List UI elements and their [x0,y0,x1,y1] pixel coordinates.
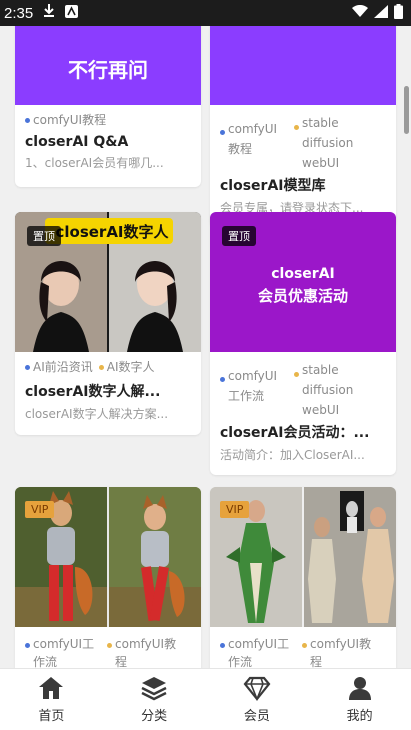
card-cover: 不行再问 [15,26,201,105]
tag-label: comfyUI工作流 [228,369,278,403]
nav-category[interactable]: 分类 [103,669,206,730]
article-card[interactable]: comfyUI教程 stable diffusion webUI closerA… [210,26,396,227]
card-tags: AI前沿资讯 AI数字人 [25,360,191,375]
cover-banner-text: closerAI数字人 [55,223,169,241]
tag-label: AI前沿资讯 [33,360,93,374]
card-cover: 置顶 closerAI 会员优惠活动 [210,212,396,352]
card-cover [210,26,396,105]
card-tags: comfyUI教程 stable diffusion webUI [220,113,386,173]
tag-label: stable diffusion webUI [302,116,354,170]
card-title: closerAI模型库 [220,178,326,194]
status-bar: 2:35 [0,0,411,26]
status-time: 2:35 [4,4,34,22]
card-cover: VIP [15,487,201,627]
nav-profile-label: 我的 [346,709,373,724]
tag-label: comfyUI教程 [33,113,107,127]
battery-icon [394,3,403,23]
tag-label: stable diffusion webUI [302,363,354,417]
scrollbar[interactable] [404,86,409,134]
app-notification-icon [65,4,79,22]
signal-icon [374,4,388,22]
cover-banner-subtext: 会员优惠活动 [257,287,348,305]
card-tags: comfyUI工作流 stable diffusion webUI [220,360,386,420]
layers-icon [141,677,167,701]
article-feed[interactable]: 不行再问 comfyUI教程 closerAI Q&A 1、closerAI会员… [0,26,411,668]
card-title: closerAI会员活动：... [220,425,370,441]
article-card[interactable]: VIP comfyUI工作流 comfyUI教程 [210,487,396,668]
pinned-badge: 置顶 [27,226,61,246]
nav-home-label: 首页 [38,709,65,724]
download-icon [43,4,55,22]
vip-badge: VIP [220,501,250,518]
home-icon [39,677,64,699]
tag-label: comfyUI教程 [115,637,177,668]
bottom-navigation: 首页 分类 会员 我的 [0,668,411,730]
card-tags: comfyUI工作流 comfyUI教程 [25,635,191,668]
vip-badge: VIP [25,501,55,518]
card-title: closerAI Q&A [25,134,129,150]
card-cover: VIP [210,487,396,627]
card-cover: closerAI数字人 置顶 [15,212,201,352]
pinned-badge: 置顶 [222,226,256,246]
wifi-icon [352,4,368,22]
tag-label: comfyUI工作流 [228,637,290,668]
nav-profile[interactable]: 我的 [308,669,411,730]
article-card[interactable]: closerAI数字人 置顶 AI前沿资讯 AI数字人 closerAI数字人解… [15,212,201,435]
card-tags: comfyUI教程 [25,113,191,128]
nav-membership[interactable]: 会员 [206,669,309,730]
card-title: closerAI数字人解... [25,384,161,400]
tag-label: AI数字人 [106,360,155,374]
nav-home[interactable]: 首页 [0,669,103,730]
article-card[interactable]: 置顶 closerAI 会员优惠活动 comfyUI工作流 stable dif… [210,212,396,475]
card-tags: comfyUI工作流 comfyUI教程 [220,635,386,668]
article-card[interactable]: 不行再问 comfyUI教程 closerAI Q&A 1、closerAI会员… [15,26,201,187]
tag-label: comfyUI教程 [310,637,372,668]
cover-banner-text: closerAI [271,266,335,282]
nav-membership-label: 会员 [243,709,270,724]
cover-banner-text: 不行再问 [68,58,148,82]
user-icon [348,677,371,700]
tag-label: comfyUI工作流 [33,637,95,668]
diamond-icon [243,676,271,701]
card-description: closerAI数字人解决方案... [25,407,169,421]
nav-category-label: 分类 [141,709,168,724]
card-description: 1、closerAI会员有哪几... [25,156,164,170]
card-description: 活动简介：加入CloserAI... [220,448,365,462]
article-card[interactable]: VIP comfyUI工作流 comfyUI教程 [15,487,201,668]
tag-label: comfyUI教程 [228,122,278,156]
